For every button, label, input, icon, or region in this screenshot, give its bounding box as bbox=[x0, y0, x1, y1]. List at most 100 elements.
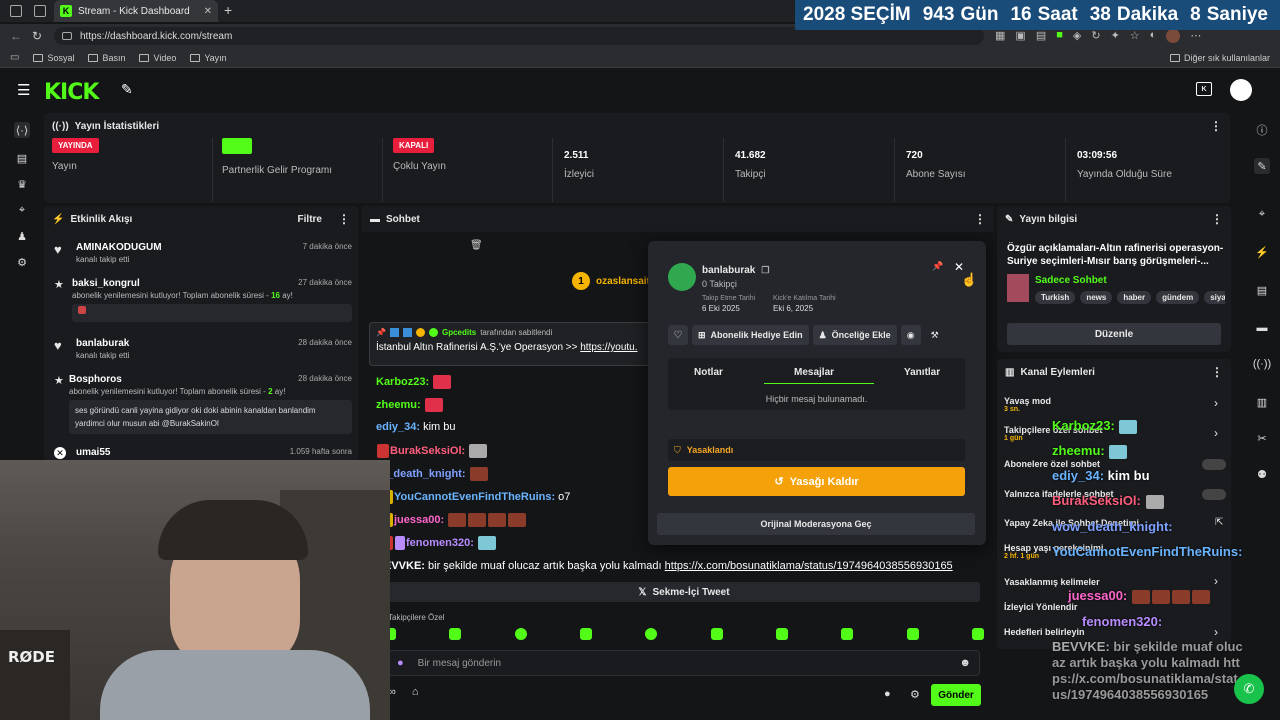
back-icon[interactable]: ← bbox=[10, 29, 22, 43]
more-vertical-icon[interactable]: ⋮ bbox=[1211, 212, 1223, 226]
kick-logo[interactable]: KICK bbox=[44, 80, 99, 105]
shop-icon[interactable]: ⌂ bbox=[412, 686, 419, 698]
gift-sub-button[interactable]: ⊞ Abonelik Hediye Edin bbox=[692, 325, 809, 345]
wrench-icon[interactable]: ✂ bbox=[1254, 430, 1270, 446]
extension-icon[interactable]: ◈ bbox=[1073, 29, 1081, 43]
trophy-icon[interactable]: ♛ bbox=[14, 176, 30, 192]
bookmark-folder-basin[interactable]: Basın bbox=[88, 53, 125, 63]
bookmark-folder-sosyal[interactable]: Sosyal bbox=[33, 53, 74, 63]
extensions-puzzle-icon[interactable]: ✦ bbox=[1111, 29, 1120, 43]
dashboard-icon[interactable]: ▤ bbox=[14, 150, 30, 166]
action-set-goals[interactable]: Hedefleri belirleyin bbox=[1004, 627, 1085, 637]
chat-username[interactable]: BurakSeksiOl: bbox=[390, 445, 465, 457]
profile-avatar[interactable] bbox=[1166, 29, 1181, 43]
emote-icon[interactable] bbox=[449, 628, 462, 640]
shield-icon[interactable]: ◐ bbox=[1150, 29, 1157, 43]
document-icon[interactable]: ▤ bbox=[1254, 282, 1270, 298]
action-host-viewers[interactable]: İzleyici Yönlendir bbox=[1004, 602, 1077, 612]
moderation-icon[interactable]: ⌖ bbox=[14, 202, 30, 218]
tab-actions-icon[interactable] bbox=[34, 5, 46, 17]
bookmark-folder-yayin[interactable]: Yayın bbox=[190, 53, 227, 63]
popup-username[interactable]: banlaburak bbox=[702, 265, 755, 276]
tag[interactable]: haber bbox=[1117, 291, 1152, 304]
pinned-link[interactable]: https://youtu. bbox=[580, 342, 637, 353]
broadcast-icon[interactable]: ((·)) bbox=[1253, 356, 1271, 372]
chevron-right-icon[interactable]: › bbox=[1214, 625, 1218, 639]
lightning-icon[interactable]: ⚡ bbox=[1254, 244, 1270, 260]
emote-icon[interactable] bbox=[710, 628, 723, 640]
other-favorites-folder[interactable]: Diğer sık kullanılanlar bbox=[1169, 53, 1270, 63]
chat-icon[interactable]: ● bbox=[884, 688, 891, 700]
extension-icon[interactable]: ▣ bbox=[1015, 29, 1025, 43]
hamburger-menu-icon[interactable]: ☰ bbox=[17, 81, 30, 99]
pinned-by-user[interactable]: Gpcedits bbox=[442, 328, 476, 337]
site-info-icon[interactable] bbox=[62, 32, 72, 40]
new-tab-icon[interactable]: + bbox=[224, 2, 232, 18]
pencil-icon[interactable]: ✎ bbox=[1254, 158, 1270, 174]
chat-input[interactable]: ● Bir mesaj gönderin ☻ bbox=[388, 650, 980, 676]
tag[interactable]: gündem bbox=[1156, 291, 1200, 304]
emote-icon[interactable] bbox=[514, 628, 527, 640]
edit-brush-icon[interactable]: ✎ bbox=[121, 81, 133, 98]
filter-button[interactable]: Filtre bbox=[298, 214, 322, 225]
more-vertical-icon[interactable]: ⋮ bbox=[1210, 119, 1222, 133]
tab-messages[interactable]: Mesajlar bbox=[794, 367, 834, 378]
action-slow-mode[interactable]: Yavaş mod 3 sn. bbox=[1004, 396, 1051, 413]
unban-button[interactable]: ↺ Yasağı Kaldır bbox=[668, 467, 965, 496]
target-icon[interactable]: ⌖ bbox=[1254, 206, 1270, 222]
chat-username[interactable]: juessa00: bbox=[394, 514, 444, 526]
emote-icon[interactable] bbox=[775, 628, 788, 640]
kick-studio-icon[interactable]: K bbox=[1196, 82, 1212, 96]
settings-gear-icon[interactable]: ⚙ bbox=[14, 254, 30, 270]
reload-icon[interactable]: ↻ bbox=[32, 29, 42, 43]
favorites-icon[interactable]: ☆ bbox=[1130, 29, 1140, 43]
chat-username[interactable]: Karboz23: bbox=[376, 376, 429, 388]
info-icon[interactable]: ⓘ bbox=[1254, 122, 1270, 138]
extension-icon[interactable]: ▦ bbox=[995, 29, 1005, 43]
eye-icon[interactable]: ◉ bbox=[900, 325, 921, 345]
chat-bubble-icon[interactable]: ▬ bbox=[1254, 320, 1270, 336]
browser-tab[interactable]: K Stream - Kick Dashboard ✕ bbox=[54, 0, 218, 22]
emote-icon[interactable] bbox=[906, 628, 919, 640]
tag[interactable]: siya bbox=[1204, 291, 1225, 304]
layout-icon[interactable]: ▥ bbox=[1254, 394, 1270, 410]
workspaces-icon[interactable] bbox=[10, 5, 22, 17]
more-vertical-icon[interactable]: ⋮ bbox=[974, 212, 986, 226]
people-icon[interactable]: ⚉ bbox=[1254, 466, 1270, 482]
trash-icon[interactable]: 🗑 bbox=[470, 240, 483, 251]
emote-icon[interactable] bbox=[645, 628, 658, 640]
chevron-right-icon[interactable]: › bbox=[1214, 574, 1218, 588]
close-tab-icon[interactable]: ✕ bbox=[204, 6, 212, 17]
tag[interactable]: Turkish bbox=[1035, 291, 1076, 304]
tag[interactable]: news bbox=[1080, 291, 1113, 304]
extension-icon[interactable]: ▤ bbox=[1036, 29, 1046, 43]
subscribers-only-toggle[interactable] bbox=[1202, 459, 1226, 470]
extension-icon[interactable]: ■ bbox=[1056, 29, 1063, 43]
chat-username[interactable]: ediy_34: bbox=[376, 421, 420, 433]
copy-icon[interactable]: ❐ bbox=[761, 265, 769, 276]
refresh-extension-icon[interactable]: ↻ bbox=[1091, 29, 1100, 43]
bookmark-folder-video[interactable]: Video bbox=[139, 53, 176, 63]
tab-notes[interactable]: Notlar bbox=[694, 367, 723, 378]
emoji-icon[interactable]: ☻ bbox=[959, 657, 971, 669]
mic-icon[interactable]: ● bbox=[397, 657, 404, 669]
emote-icon[interactable] bbox=[579, 628, 592, 640]
send-button[interactable]: Gönder bbox=[931, 684, 981, 706]
chevron-right-icon[interactable]: › bbox=[1214, 396, 1218, 410]
add-priority-button[interactable]: ♟ Önceliğe Ekle bbox=[812, 325, 897, 345]
chat-username[interactable]: zheemu: bbox=[376, 399, 421, 411]
emote-icon[interactable] bbox=[841, 628, 854, 640]
more-vertical-icon[interactable]: ⋮ bbox=[1211, 365, 1223, 379]
host-username[interactable]: ozaslansait bbox=[596, 276, 650, 287]
tab-replies[interactable]: Yanıtlar bbox=[904, 367, 940, 378]
chevron-right-icon[interactable]: › bbox=[1214, 426, 1218, 440]
broadcast-icon[interactable]: ⟨·⟩ bbox=[14, 122, 30, 138]
edit-button[interactable]: Düzenle bbox=[1007, 323, 1221, 345]
more-vertical-icon[interactable]: ⋮ bbox=[338, 212, 350, 226]
follow-heart-icon[interactable]: ♡ bbox=[668, 325, 688, 345]
chat-username[interactable]: fenomen320: bbox=[406, 537, 474, 549]
support-chat-icon[interactable]: ✆ bbox=[1234, 674, 1264, 704]
users-icon[interactable]: ♟ bbox=[14, 228, 30, 244]
emote-only-toggle[interactable] bbox=[1202, 489, 1226, 500]
more-icon[interactable]: ⋯ bbox=[1190, 29, 1201, 43]
